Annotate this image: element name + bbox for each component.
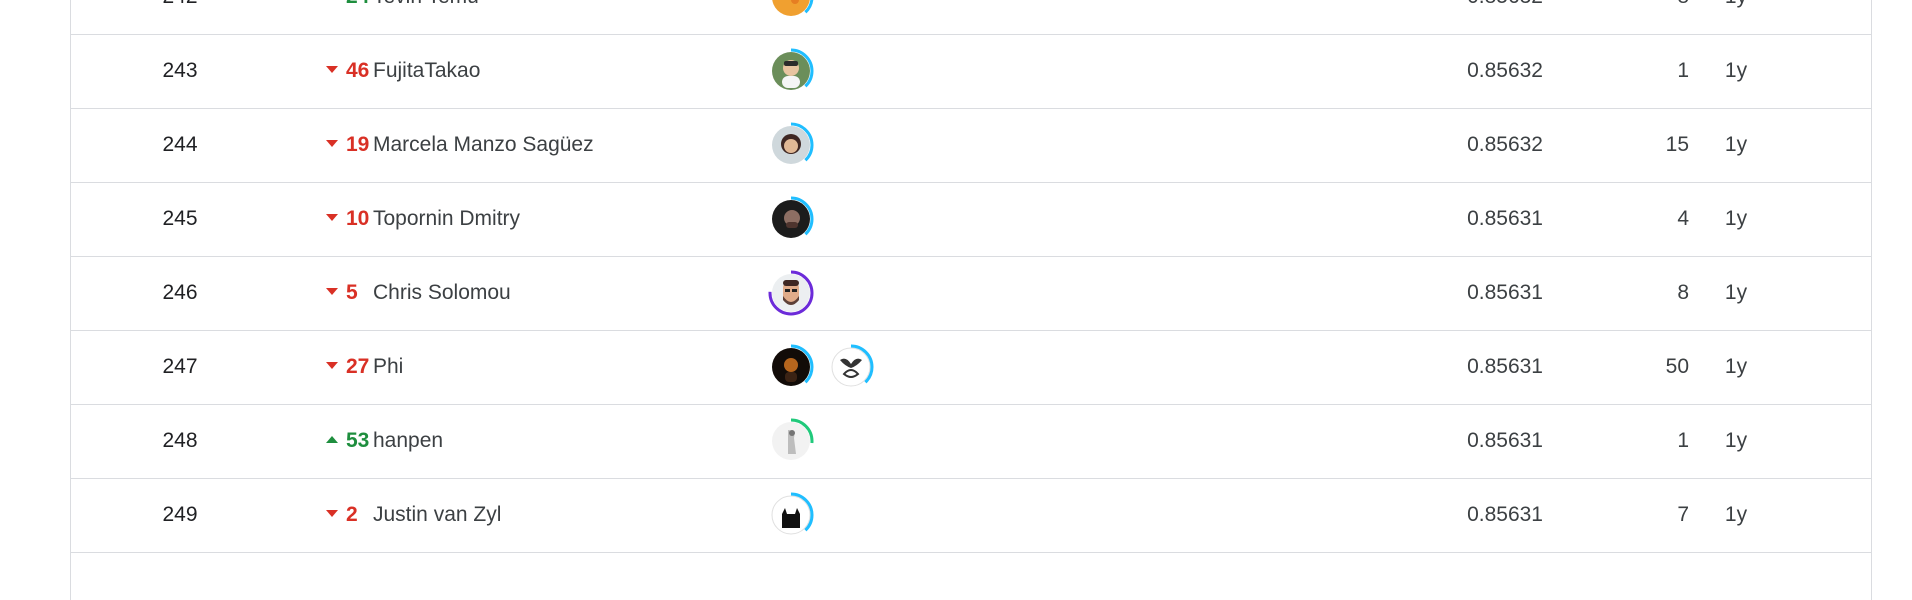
entries-cell: 1 (1677, 429, 1689, 452)
score-cell: 0.85632 (1467, 59, 1543, 82)
score-cell: 0.85631 (1467, 207, 1543, 230)
table-row[interactable]: 248 53 hanpen 0.85631 1 1y (71, 404, 1871, 479)
caret-down-icon (326, 213, 338, 221)
last-submission-cell: 1y (1724, 281, 1748, 304)
score-cell: 0.85631 (1467, 429, 1543, 452)
team-name-link[interactable]: Chris Solomou (373, 256, 511, 330)
table-row[interactable]: 245 10 Topornin Dmitry 0.85631 4 1y (71, 182, 1871, 257)
rank-cell: 244 (162, 133, 198, 156)
avatar[interactable] (768, 0, 814, 20)
leaderboard-table: 242 24 Tevin Temu 0.85632 8 1y 243 46 Fu… (70, 0, 1872, 600)
score-cell: 0.85631 (1467, 355, 1543, 378)
table-row[interactable]: 242 24 Tevin Temu 0.85632 8 1y (71, 0, 1871, 35)
score-cell: 0.85632 (1467, 133, 1543, 156)
caret-down-icon (326, 509, 338, 517)
table-row[interactable]: 246 5 Chris Solomou 0.85631 8 1y (71, 256, 1871, 331)
team-name-link[interactable]: Justin van Zyl (373, 478, 501, 552)
caret-down-icon (326, 139, 338, 147)
avatar[interactable] (768, 418, 814, 464)
last-submission-cell: 1y (1691, 0, 1781, 34)
team-members (768, 196, 814, 242)
team-name-link[interactable]: Tevin Temu (373, 0, 479, 34)
team-name-link[interactable]: Phi (373, 330, 403, 404)
table-row[interactable]: 243 46 FujitaTakao 0.85632 1 1y (71, 34, 1871, 109)
rank-cell: 248 (162, 429, 198, 452)
avatar[interactable] (768, 344, 814, 390)
table-row[interactable]: 247 27 Phi 0.85631 50 1y (71, 330, 1871, 405)
avatar[interactable] (828, 344, 874, 390)
entries-cell: 1 (1677, 59, 1689, 82)
team-members (768, 122, 814, 168)
score-cell: 0.85631 (1467, 281, 1543, 304)
team-name-link[interactable]: FujitaTakao (373, 34, 480, 108)
table-row[interactable]: 244 19 Marcela Manzo Sagüez 0.85632 15 1… (71, 108, 1871, 183)
rank-cell: 247 (162, 355, 198, 378)
team-name-link[interactable]: Marcela Manzo Sagüez (373, 108, 594, 182)
rank-cell: 246 (162, 281, 198, 304)
team-members (768, 418, 814, 464)
rank-cell: 249 (162, 503, 198, 526)
entries-cell: 8 (1677, 281, 1689, 304)
rank-cell: 242 (71, 0, 289, 34)
entries-cell: 8 (1571, 0, 1689, 34)
last-submission-cell: 1y (1724, 429, 1748, 452)
team-members (768, 492, 814, 538)
score-cell: 0.85631 (1467, 503, 1543, 526)
last-submission-cell: 1y (1724, 503, 1748, 526)
team-members (768, 270, 814, 316)
table-row[interactable]: 249 2 Justin van Zyl 0.85631 7 1y (71, 478, 1871, 553)
avatar[interactable] (768, 48, 814, 94)
entries-cell: 7 (1677, 503, 1689, 526)
avatar[interactable] (768, 122, 814, 168)
entries-cell: 15 (1665, 133, 1689, 156)
caret-down-icon (326, 287, 338, 295)
avatar[interactable] (768, 492, 814, 538)
last-submission-cell: 1y (1724, 59, 1748, 82)
last-submission-cell: 1y (1724, 355, 1748, 378)
caret-up-icon (326, 435, 338, 443)
rank-cell: 243 (162, 59, 198, 82)
last-submission-cell: 1y (1724, 133, 1748, 156)
team-members (768, 48, 814, 94)
avatar[interactable] (768, 270, 814, 316)
team-members (768, 0, 814, 20)
team-name-link[interactable]: Topornin Dmitry (373, 182, 520, 256)
team-name-link[interactable]: hanpen (373, 404, 443, 478)
score-cell: 0.85632 (1361, 0, 1543, 34)
rank-cell: 245 (162, 207, 198, 230)
avatar[interactable] (768, 196, 814, 242)
caret-down-icon (326, 361, 338, 369)
team-members (768, 344, 874, 390)
caret-down-icon (326, 65, 338, 73)
entries-cell: 50 (1665, 355, 1689, 378)
last-submission-cell: 1y (1724, 207, 1748, 230)
entries-cell: 4 (1677, 207, 1689, 230)
